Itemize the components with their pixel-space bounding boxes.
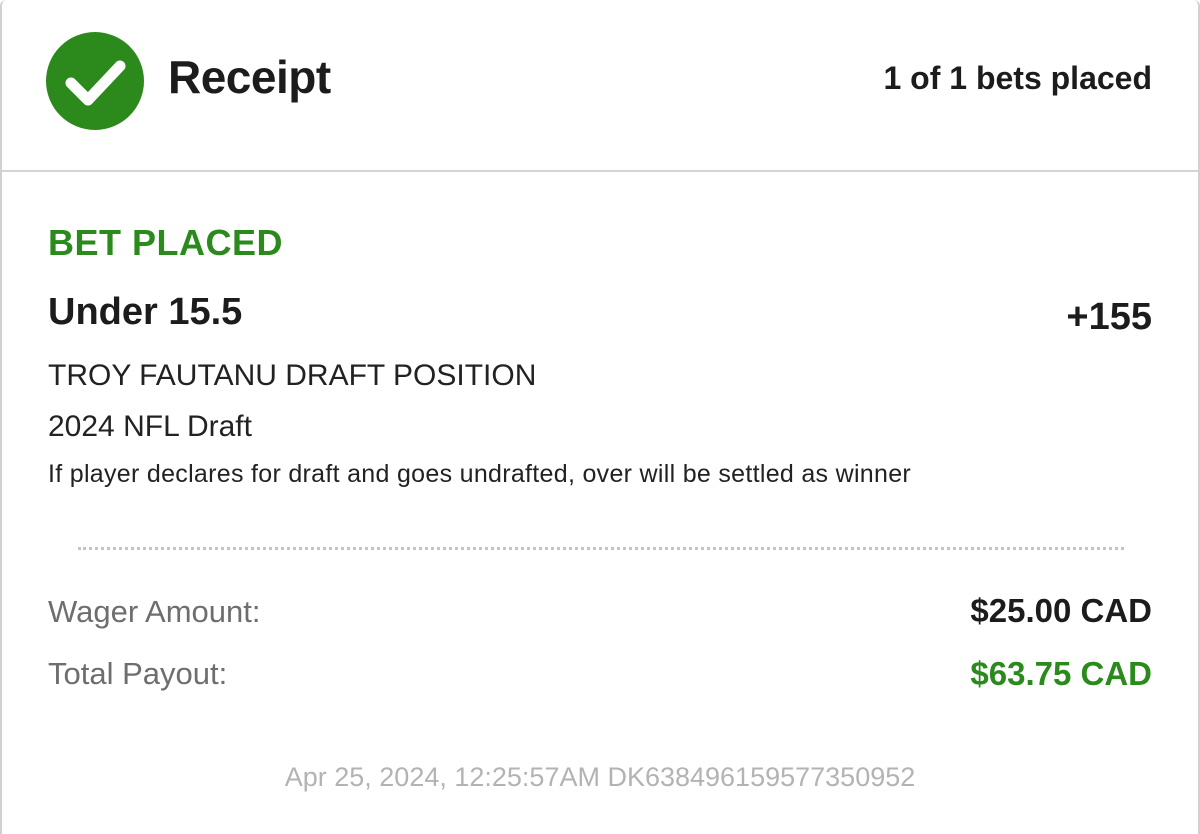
bet-rule-note: If player declares for draft and goes un… (48, 460, 912, 488)
check-circle-icon (46, 32, 144, 130)
bet-selection: Under 15.5 (48, 291, 243, 333)
bet-odds: +155 (1066, 296, 1152, 338)
total-payout-label: Total Payout: (48, 656, 228, 691)
bet-status: BET PLACED (48, 222, 284, 263)
timestamp-and-bet-id: Apr 25, 2024, 12:25:57AM DK6384961595773… (284, 762, 916, 792)
total-payout-value: $63.75 CAD (970, 655, 1152, 692)
page-title: Receipt (168, 51, 331, 103)
bet-event: 2024 NFL Draft (48, 410, 252, 443)
wager-amount-value: $25.00 CAD (970, 592, 1152, 629)
receipt-card: Receipt 1 of 1 bets placed BET PLACED Un… (0, 0, 1200, 834)
receipt-header: Receipt 1 of 1 bets placed (2, 0, 1198, 172)
bet-market: TROY FAUTANU DRAFT POSITION (48, 359, 537, 392)
bets-placed-count: 1 of 1 bets placed (883, 60, 1152, 96)
wager-amount-label: Wager Amount: (48, 594, 261, 629)
dotted-divider (78, 547, 1124, 550)
